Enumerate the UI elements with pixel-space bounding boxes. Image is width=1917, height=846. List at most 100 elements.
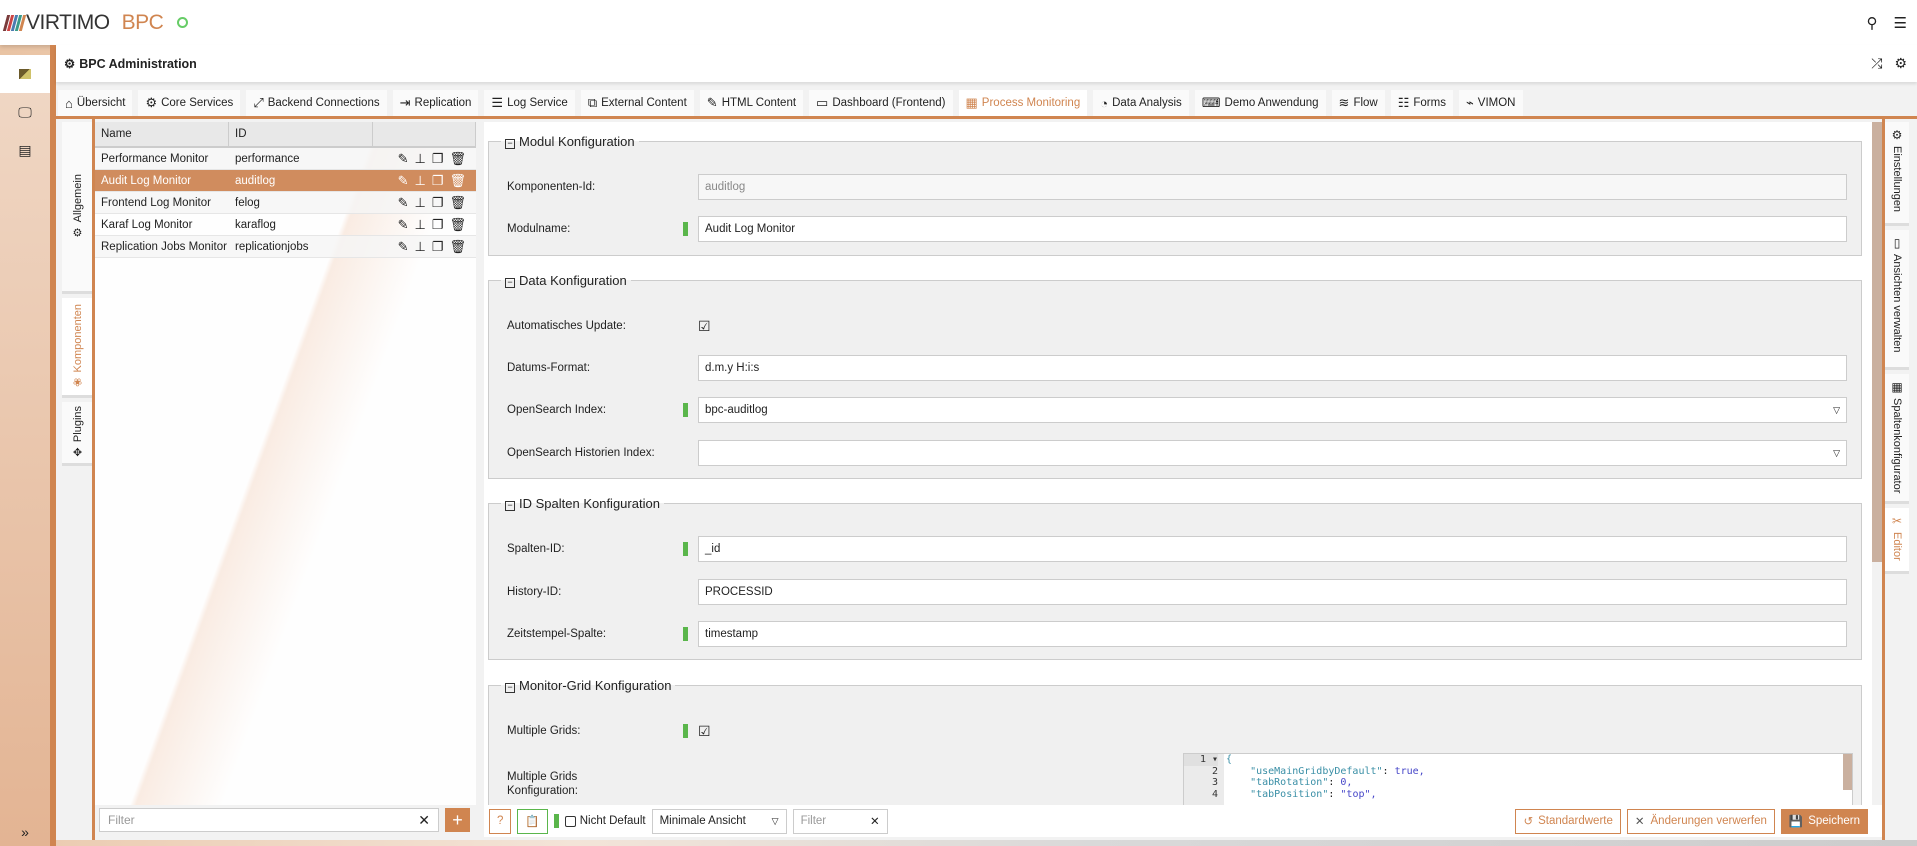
multiple-grids-checkbox[interactable]: ☑	[698, 723, 711, 740]
nav-admin[interactable]	[0, 55, 50, 93]
tab-komponenten[interactable]: ❀ Komponenten	[62, 298, 92, 398]
modulname-field[interactable]: Audit Log Monitor	[698, 216, 1847, 242]
tools-icon: ✂	[1891, 514, 1903, 528]
gears-icon: ⚙	[64, 57, 76, 71]
tab-allgemein[interactable]: ⚙ Allgemein	[62, 122, 92, 294]
tab-label: Demo Anwendung	[1224, 97, 1319, 109]
section-toggle[interactable]: − Modul Konfiguration	[501, 134, 639, 149]
column-header-id[interactable]: ID	[229, 122, 373, 146]
section-toggle[interactable]: − ID Spalten Konfiguration	[501, 496, 664, 511]
tab-core-services[interactable]: ⚙ Core Services	[138, 90, 241, 116]
expand-nav-button[interactable]: »	[0, 824, 50, 840]
trash-icon[interactable]: 🗑	[449, 239, 466, 255]
grid-filter-input[interactable]: Filter ✕	[99, 808, 439, 832]
tab-external-content[interactable]: ⧉ External Content	[580, 90, 694, 116]
line-number: 1 ▾	[1184, 754, 1218, 766]
help-button[interactable]: ?	[489, 808, 512, 834]
dropdown-arrow-icon[interactable]: ▽	[1833, 405, 1840, 416]
editor-scrollbar[interactable]	[1843, 754, 1852, 790]
tab-forms[interactable]: ☷ Forms	[1390, 90, 1453, 116]
tab-demo-anwendung[interactable]: ⌨ Demo Anwendung	[1194, 90, 1326, 116]
tab-html-content[interactable]: ✎ HTML Content	[699, 90, 804, 116]
pin-icon[interactable]: ⚲	[1867, 14, 1878, 32]
tab-editor[interactable]: ✂ Editor	[1885, 508, 1909, 574]
hierarchy-icon[interactable]: ⊥	[415, 195, 426, 211]
nav-monitor[interactable]: 🖵	[0, 93, 50, 131]
form-scrollbar[interactable]	[1872, 122, 1882, 562]
tab-log-service[interactable]: ☰ Log Service	[484, 90, 575, 116]
section-toggle[interactable]: − Data Konfiguration	[501, 273, 631, 288]
clear-icon[interactable]: ✕	[418, 812, 430, 829]
menu-icon[interactable]: ☰	[1894, 14, 1907, 32]
copy-icon[interactable]: ❐	[432, 239, 444, 255]
table-row[interactable]: Audit Log Monitor auditlog ✎ ⊥ ❐ 🗑	[95, 170, 476, 192]
tab-replication[interactable]: ⇥ Replication	[392, 90, 479, 116]
tab-icon: ⌨	[1201, 95, 1221, 110]
nav-docs[interactable]: ▤	[0, 131, 50, 169]
tab-dashboard-frontend-[interactable]: ▭ Dashboard (Frontend)	[809, 90, 953, 116]
auto-update-checkbox[interactable]: ☑	[698, 318, 711, 335]
copy-icon[interactable]: ❐	[432, 151, 444, 167]
not-default-toggle[interactable]: Nicht Default	[564, 815, 646, 827]
table-row[interactable]: Replication Jobs Monitor replicationjobs ✎…	[95, 236, 476, 258]
collapse-icon: −	[505, 278, 515, 288]
discard-button[interactable]: ✕ Änderungen verwerfen	[1626, 808, 1775, 834]
tab-ansichten-verwalten[interactable]: ▯ Ansichten verwalten	[1885, 230, 1909, 370]
edit-icon[interactable]: ✎	[398, 217, 409, 233]
dropdown-arrow-icon[interactable]: ▽	[1833, 448, 1840, 459]
brand-name: VIRTIMO	[26, 10, 110, 34]
trash-icon[interactable]: 🗑	[449, 195, 466, 211]
cell-name: Frontend Log Monitor	[101, 196, 211, 209]
tab-data-analysis[interactable]: ◔ Data Analysis	[1093, 90, 1189, 116]
table-row[interactable]: Performance Monitor performance ✎ ⊥ ❐ 🗑	[95, 148, 476, 170]
trash-icon[interactable]: 🗑	[449, 151, 466, 167]
hierarchy-icon[interactable]: ⊥	[415, 239, 426, 255]
copy-icon[interactable]: ❐	[432, 217, 444, 233]
hierarchy-icon[interactable]: ⊥	[415, 151, 426, 167]
tab-übersicht[interactable]: ⌂ Übersicht	[58, 90, 133, 116]
clipboard-button[interactable]: 📋	[517, 808, 548, 834]
view-select[interactable]: Minimale Ansicht ▽	[651, 808, 787, 834]
section-toggle[interactable]: − Monitor-Grid Konfiguration	[501, 678, 675, 693]
settings-icon[interactable]: ⚙	[1894, 55, 1907, 72]
shuffle-icon[interactable]: ⤮	[1871, 55, 1882, 72]
clear-icon[interactable]: ✕	[870, 814, 880, 828]
edit-icon[interactable]: ✎	[398, 195, 409, 211]
save-button[interactable]: 💾 Speichern	[1780, 808, 1868, 834]
spalten-id-field[interactable]: _id	[698, 536, 1847, 562]
tab-vimon[interactable]: ⌁ VIMON	[1458, 90, 1523, 116]
hierarchy-icon[interactable]: ⊥	[415, 173, 426, 189]
edit-icon[interactable]: ✎	[398, 173, 409, 189]
filter-input[interactable]: Filter ✕	[792, 808, 888, 834]
tab-icon: ⌁	[1465, 95, 1474, 110]
table-row[interactable]: Frontend Log Monitor felog ✎ ⊥ ❐ 🗑	[95, 192, 476, 214]
edit-icon[interactable]: ✎	[398, 151, 409, 167]
column-header-name[interactable]: Name	[95, 122, 229, 146]
opensearch-index-select[interactable]: bpc-auditlog ▽	[698, 397, 1847, 423]
edit-icon[interactable]: ✎	[398, 239, 409, 255]
table-row[interactable]: Karaf Log Monitor karaflog ✎ ⊥ ❐ 🗑	[95, 214, 476, 236]
tab-backend-connections[interactable]: ⤢ Backend Connections	[246, 90, 387, 116]
tab-plugins[interactable]: ✥ Plugins	[62, 402, 92, 466]
code-value: "top",	[1340, 788, 1377, 800]
add-component-button[interactable]: +	[445, 808, 470, 832]
tab-icon: ⚙	[145, 95, 158, 110]
zeitstempel-field[interactable]: timestamp	[698, 621, 1847, 647]
history-id-field[interactable]: PROCESSID	[698, 579, 1847, 605]
trash-icon[interactable]: 🗑	[449, 173, 466, 189]
defaults-button[interactable]: ↺ Standardwerte	[1515, 808, 1621, 834]
trash-icon[interactable]: 🗑	[449, 217, 466, 233]
tab-flow[interactable]: ≋ Flow	[1331, 90, 1385, 116]
checkbox[interactable]	[564, 815, 576, 827]
tab-spaltenkonfigurator[interactable]: ▦ Spaltenkonfigurator	[1885, 374, 1909, 504]
opensearch-history-index-select[interactable]: ▽	[698, 440, 1847, 466]
hierarchy-icon[interactable]: ⊥	[415, 217, 426, 233]
tab-einstellungen[interactable]: ⚙ Einstellungen	[1885, 122, 1909, 226]
copy-icon[interactable]: ❐	[432, 173, 444, 189]
tab-process-monitoring[interactable]: ▦ Process Monitoring	[958, 90, 1088, 116]
datums-format-field[interactable]: d.m.y H:i:s	[698, 355, 1847, 381]
tab-icon: ⇥	[399, 95, 411, 110]
komponenten-id-field: auditlog	[698, 174, 1847, 200]
copy-icon[interactable]: ❐	[432, 195, 444, 211]
json-code-editor[interactable]: 1 ▾ 2 3 4 { "useMainGridbyDefault": true, "t…	[1183, 753, 1853, 813]
